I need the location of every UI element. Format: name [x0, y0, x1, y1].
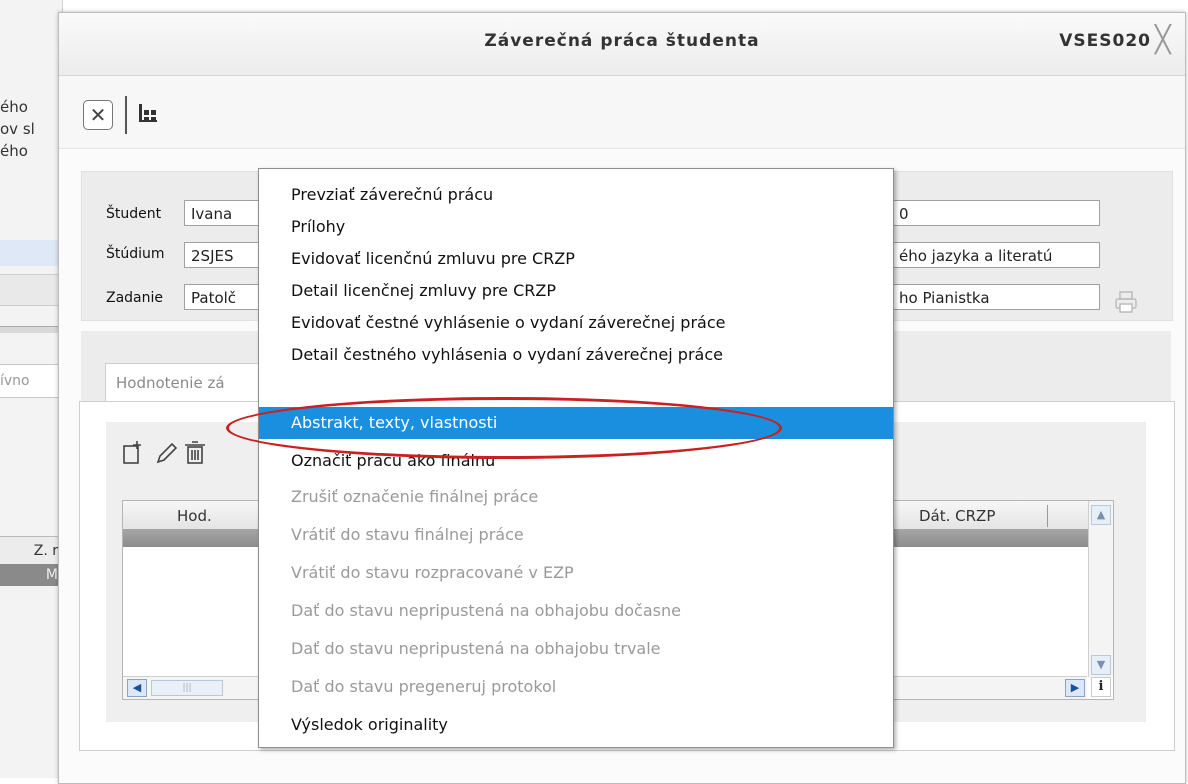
study-field[interactable]: 2SJES: [184, 242, 264, 268]
menu-item-abstract[interactable]: Abstrakt, texty, vlastnosti: [259, 407, 893, 439]
background-text: ov sl: [0, 120, 35, 138]
info-icon[interactable]: i: [1091, 677, 1111, 697]
delete-icon[interactable]: [185, 441, 205, 464]
menu-item-declaration-detail[interactable]: Detail čestného vyhlásenia o vydaní záve…: [259, 339, 893, 371]
menu-item-attachments[interactable]: Prílohy: [259, 211, 893, 243]
scroll-thumb[interactable]: |||: [151, 680, 223, 696]
context-menu: Prevziať záverečnú prácu Prílohy Evidova…: [258, 168, 894, 748]
assignment-right-field[interactable]: ho Pianistka: [892, 284, 1100, 310]
menu-item-regenerate-protocol: Dať do stavu pregeneruj protokol: [291, 677, 557, 696]
scroll-left-icon[interactable]: ◀: [127, 679, 147, 697]
background-window: ého ov sl ého ívno Z. r M: [0, 0, 63, 778]
column-divider: [1047, 505, 1048, 527]
background-grid-header: Z. r: [0, 536, 58, 565]
menu-item-license-detail[interactable]: Detail licenčnej zmluvy pre CRZP: [259, 275, 893, 307]
menu-item-register-license[interactable]: Evidovať licenčnú zmluvu pre CRZP: [259, 243, 893, 275]
background-grid-header: M: [0, 564, 58, 586]
edit-icon[interactable]: [156, 442, 178, 464]
close-button[interactable]: ✕: [83, 100, 113, 130]
new-record-icon[interactable]: [123, 441, 141, 464]
menu-item-mark-final[interactable]: Označiť prácu ako finálnu: [259, 445, 893, 477]
study-label: Štúdium: [106, 246, 165, 262]
grid-toolbar-icons: [123, 441, 205, 464]
print-icon-svg: [1115, 291, 1137, 313]
student-field[interactable]: Ivana: [184, 200, 264, 226]
menu-item-not-admitted-permanent: Dať do stavu nepripustená na obhajobu tr…: [291, 639, 661, 658]
vertical-scrollbar[interactable]: ▲ ▼: [1088, 501, 1113, 677]
menu-item-register-declaration[interactable]: Evidovať čestné vyhlásenie o vydaní záve…: [259, 307, 893, 339]
hierarchy-icon[interactable]: [137, 102, 161, 126]
column-header-crzp-date[interactable]: Dát. CRZP: [919, 507, 995, 525]
background-text: ého: [0, 142, 28, 160]
menu-item-return-ezp: Vrátiť do stavu rozpracované v EZP: [291, 563, 574, 582]
menu-item-return-final: Vrátiť do stavu finálnej práce: [291, 525, 524, 544]
toolbar: ✕: [59, 76, 1185, 149]
menu-item-originality-result[interactable]: Výsledok originality: [259, 709, 893, 741]
hierarchy-icon-svg: [139, 104, 157, 122]
dialog-titlebar: Záverečná práca študenta VSES020 ╳: [59, 13, 1185, 76]
background-text: ého: [0, 98, 28, 116]
toolbar-separator: [125, 96, 127, 134]
scroll-right-icon[interactable]: ▶: [1065, 679, 1085, 697]
assignment-field[interactable]: Patolč: [184, 284, 264, 310]
form-code: VSES020: [1059, 31, 1151, 51]
background-divider: [0, 326, 58, 333]
grid-toolbar: [122, 440, 232, 472]
dialog-title: Záverečná práca študenta: [484, 31, 760, 51]
background-row: [0, 274, 58, 306]
close-icon[interactable]: ╳: [1155, 25, 1181, 55]
scroll-down-icon[interactable]: ▼: [1091, 655, 1111, 675]
menu-item-unmark-final: Zrušiť označenie finálnej práce: [291, 487, 539, 506]
print-icon[interactable]: [1114, 290, 1140, 316]
assignment-label: Zadanie: [106, 290, 164, 306]
menu-item-not-admitted-temporary: Dať do stavu nepripustená na obhajobu do…: [291, 601, 681, 620]
scroll-up-icon[interactable]: ▲: [1091, 505, 1111, 525]
student-label: Študent: [106, 206, 162, 222]
student-right-field[interactable]: 0: [892, 200, 1100, 226]
menu-item-take-thesis[interactable]: Prevziať záverečnú prácu: [259, 179, 893, 211]
background-selected-row: [0, 240, 58, 266]
background-tab: ívno: [0, 364, 59, 398]
study-right-field[interactable]: ého jazyka a literatú: [892, 242, 1100, 268]
tab-evaluation[interactable]: Hodnotenie zá: [105, 363, 265, 401]
column-header-hod[interactable]: Hod.: [177, 507, 212, 525]
